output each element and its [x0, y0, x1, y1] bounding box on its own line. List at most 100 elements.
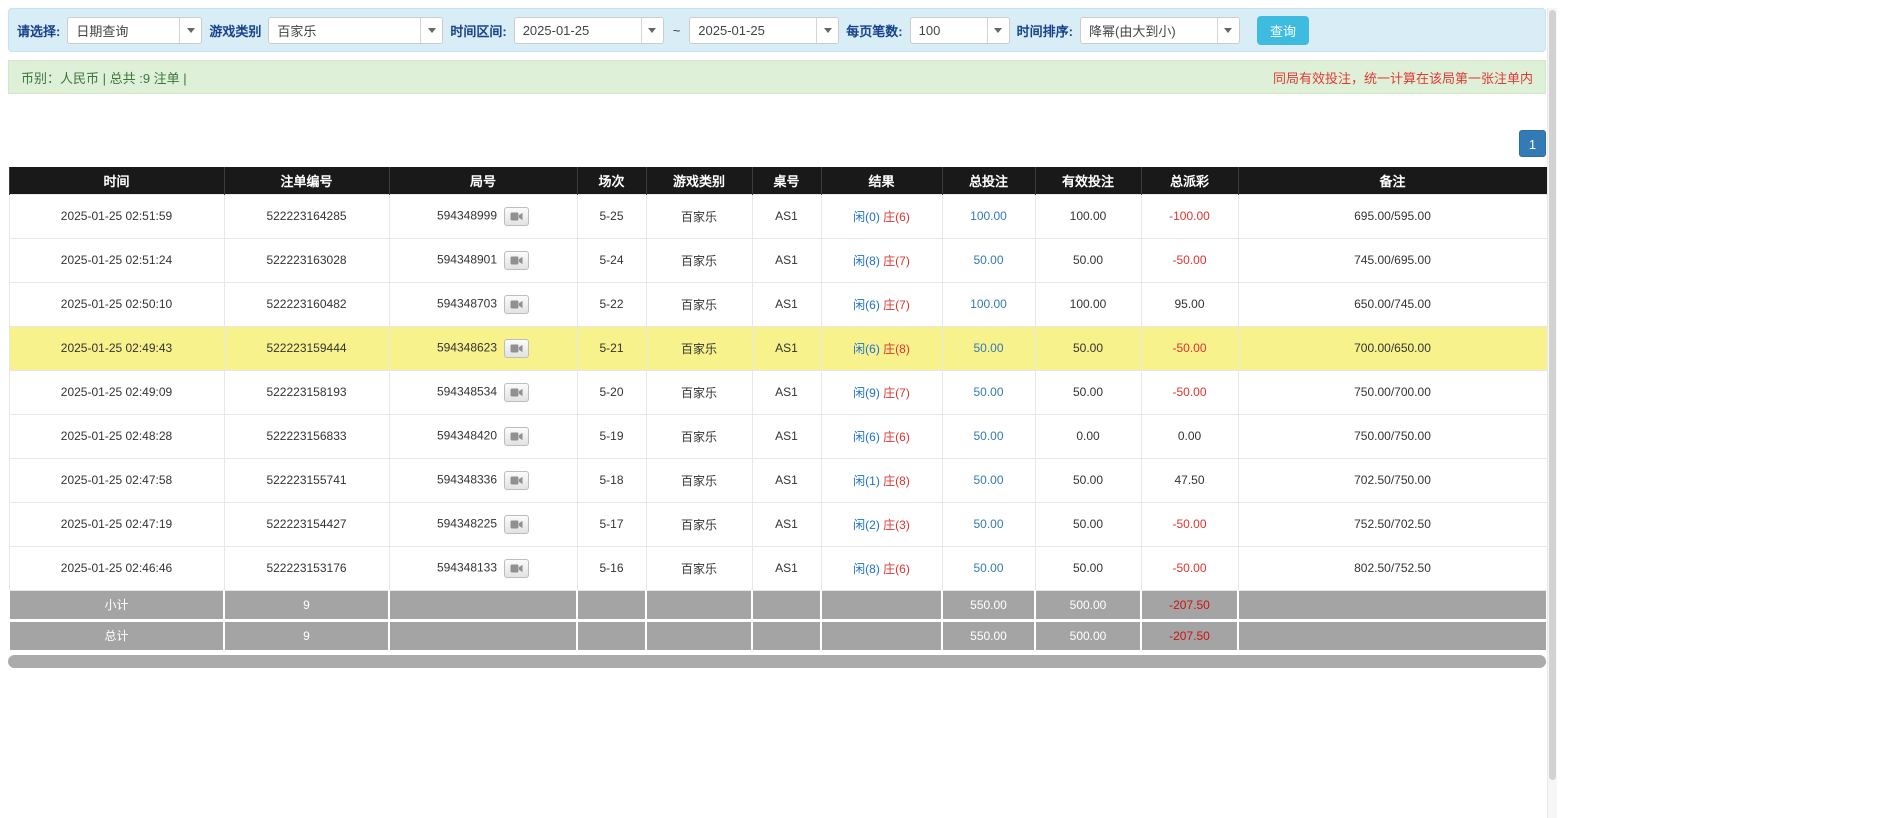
- time-cell: 2025-01-25 02:50:10: [8, 281, 225, 327]
- table-no-cell: AS1: [751, 369, 822, 415]
- result-banker: 庄(7): [883, 297, 910, 312]
- valid-bet-cell: 100.00: [1034, 193, 1142, 239]
- note-cell: 650.00/745.00: [1237, 281, 1548, 327]
- total-cell: 总计: [8, 620, 225, 650]
- result-player: 闲(6): [853, 341, 880, 356]
- note-cell: 802.50/752.50: [1237, 545, 1548, 591]
- bet-id-cell: 522223155741: [223, 457, 390, 503]
- result-player: 闲(6): [853, 297, 880, 312]
- date-from-input[interactable]: 2025-01-25: [513, 16, 664, 44]
- video-replay-icon[interactable]: [504, 294, 530, 314]
- vertical-scrollbar-thumb[interactable]: [1549, 10, 1556, 780]
- total-bet-link[interactable]: 100.00: [970, 209, 1007, 223]
- chevron-down-icon[interactable]: [179, 17, 202, 43]
- total-bet-link[interactable]: 50.00: [973, 253, 1003, 267]
- chevron-down-icon[interactable]: [816, 17, 839, 43]
- bet-id-cell: 522223160482: [223, 281, 390, 327]
- video-replay-icon[interactable]: [504, 514, 530, 534]
- note-cell: 702.50/750.00: [1237, 457, 1548, 503]
- date-to-input[interactable]: 2025-01-25: [689, 16, 840, 44]
- page-size-select[interactable]: 100: [909, 16, 1010, 44]
- pagination: 1: [8, 130, 1546, 157]
- total-bet-link[interactable]: 50.00: [973, 385, 1003, 399]
- game-type-cell: 百家乐: [645, 501, 753, 547]
- video-replay-icon[interactable]: [504, 470, 530, 490]
- total-bet-link[interactable]: 50.00: [973, 341, 1003, 355]
- session-cell: 5-20: [576, 369, 647, 415]
- subtotal-cell: [576, 590, 647, 622]
- result-banker: 庄(7): [883, 385, 910, 400]
- total-bet-cell: 50.00: [941, 369, 1036, 415]
- round-id-text: 594348901: [436, 252, 498, 267]
- search-button[interactable]: 查询: [1256, 15, 1309, 45]
- video-replay-icon[interactable]: [504, 338, 530, 358]
- column-header: 游戏类别: [645, 167, 753, 194]
- valid-bet-cell: 50.00: [1034, 501, 1142, 547]
- result-player: 闲(9): [853, 385, 880, 400]
- round-id-text: 594348999: [436, 208, 498, 223]
- video-replay-icon[interactable]: [504, 382, 530, 402]
- currency-total-text: 币别：人民币 | 总共 :9 注单 |: [21, 70, 187, 86]
- sort-label: 时间排序:: [1016, 23, 1073, 39]
- session-cell: 5-19: [576, 413, 647, 459]
- column-header: 结果: [820, 167, 943, 194]
- summary-bar: 币别：人民币 | 总共 :9 注单 | 同局有效投注，统一计算在该局第一张注单内: [8, 60, 1546, 94]
- game-type-label: 游戏类别: [209, 23, 262, 39]
- total-bet-link[interactable]: 50.00: [973, 429, 1003, 443]
- total-cell: [645, 620, 753, 650]
- chevron-down-icon[interactable]: [640, 17, 663, 43]
- table-no-cell: AS1: [751, 457, 822, 503]
- page-1-button[interactable]: 1: [1519, 130, 1546, 157]
- result-player: 闲(8): [853, 253, 880, 268]
- video-replay-icon[interactable]: [504, 250, 530, 270]
- result-banker: 庄(6): [883, 209, 910, 224]
- total-cell: [1237, 620, 1548, 650]
- result-banker: 庄(6): [883, 561, 910, 576]
- result-player: 闲(0): [853, 209, 880, 224]
- result-cell: 闲(6) 庄(7): [820, 281, 943, 327]
- query-type-value: 日期查询: [76, 23, 129, 39]
- game-type-cell: 百家乐: [645, 413, 753, 459]
- vertical-scrollbar-track[interactable]: [1547, 8, 1557, 818]
- game-type-select[interactable]: 百家乐: [268, 16, 444, 44]
- valid-bet-cell: 50.00: [1034, 545, 1142, 591]
- video-replay-icon[interactable]: [504, 558, 530, 578]
- session-cell: 5-17: [576, 501, 647, 547]
- chevron-down-icon[interactable]: [420, 17, 443, 43]
- result-cell: 闲(1) 庄(8): [820, 457, 943, 503]
- table-row: 2025-01-25 02:50:10 522223160482 594348703…: [8, 281, 1548, 327]
- result-cell: 闲(0) 庄(6): [820, 193, 943, 239]
- bet-id-cell: 522223154427: [223, 501, 390, 547]
- subtotal-cell: 500.00: [1034, 590, 1142, 622]
- session-cell: 5-25: [576, 193, 647, 239]
- round-id-text: 594348225: [436, 516, 498, 531]
- column-header: 总派彩: [1140, 167, 1239, 194]
- note-cell: 695.00/595.00: [1237, 193, 1548, 239]
- horizontal-scrollbar[interactable]: [8, 655, 1546, 668]
- subtotal-cell: [388, 590, 578, 622]
- result-player: 闲(1): [853, 473, 880, 488]
- total-bet-link[interactable]: 50.00: [973, 517, 1003, 531]
- subtotal-cell: [1237, 590, 1548, 622]
- video-replay-icon[interactable]: [504, 426, 530, 446]
- result-player: 闲(8): [853, 561, 880, 576]
- payout-cell: 47.50: [1140, 457, 1239, 503]
- table-no-cell: AS1: [751, 237, 822, 283]
- total-bet-link[interactable]: 50.00: [973, 561, 1003, 575]
- chevron-down-icon[interactable]: [1216, 17, 1239, 43]
- query-type-select[interactable]: 日期查询: [67, 16, 203, 44]
- chevron-down-icon[interactable]: [986, 17, 1009, 43]
- valid-bet-cell: 50.00: [1034, 237, 1142, 283]
- page: 请选择: 日期查询 游戏类别 百家乐 时间区间: 2025-01-25 ~ 20…: [0, 8, 1557, 818]
- subtotal-row: 小计 9 550.00 500.00 -207.50: [8, 590, 1548, 622]
- sort-value: 降幂(由大到小): [1088, 23, 1176, 39]
- valid-bet-cell: 50.00: [1034, 325, 1142, 371]
- column-header: 局号: [388, 167, 578, 194]
- total-bet-link[interactable]: 50.00: [973, 473, 1003, 487]
- total-bet-link[interactable]: 100.00: [970, 297, 1007, 311]
- total-bet-cell: 100.00: [941, 193, 1036, 239]
- video-replay-icon[interactable]: [504, 206, 530, 226]
- tilde-separator: ~: [672, 22, 681, 38]
- sort-select[interactable]: 降幂(由大到小): [1079, 16, 1240, 44]
- game-type-cell: 百家乐: [645, 369, 753, 415]
